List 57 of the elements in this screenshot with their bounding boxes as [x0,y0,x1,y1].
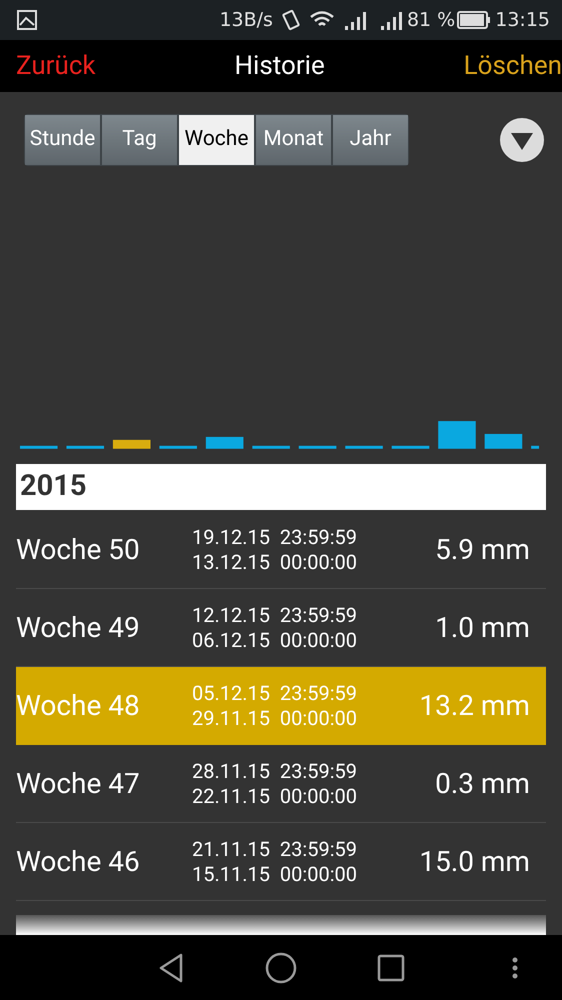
history-row[interactable]: Woche 46 21.11.15 23:59:59 15.11.15 00:00:00 15.0 mm [16,823,546,901]
end-time: 05.12.15 23:59:59 [192,680,358,706]
chart-bar [206,436,244,449]
battery-icon [457,11,492,29]
start-time: 22.11.15 00:00:00 [192,784,358,808]
period-tab[interactable]: Jahr [333,115,408,165]
history-row[interactable]: Woche 50 19.12.15 23:59:59 13.12.15 00:00:00 5.9 mm [16,511,546,589]
clock: 13:15 [495,8,550,33]
period-tab[interactable]: Monat [256,115,331,165]
vibrate-icon [280,9,301,31]
start-time: 29.11.15 00:00:00 [192,706,358,730]
delete-button[interactable]: Löschen [464,46,562,86]
back-icon[interactable] [157,952,185,984]
history-row[interactable]: Woche 47 28.11.15 23:59:59 22.11.15 00:00:00 0.3 mm [16,745,546,823]
chart-bar [159,446,197,449]
more-icon[interactable] [512,956,518,978]
chart-bar [112,440,150,449]
chart-bar [484,434,522,449]
chart-bar [20,446,58,449]
home-icon[interactable] [265,952,297,984]
period-tab[interactable]: Woche [179,115,254,165]
image-icon [16,9,38,31]
chart-bar [392,446,430,449]
start-time: 15.11.15 00:00:00 [192,862,358,886]
rainfall-amount: 1.0 mm [435,610,531,646]
chart-bar [438,421,476,449]
network-speed: 13B/s [219,8,273,33]
week-label: Woche 47 [16,766,141,802]
chart-bar [252,446,290,449]
signal-icon [342,10,367,30]
rainfall-amount: 0.3 mm [435,766,531,802]
chart-bar [531,446,540,449]
battery-percent: 81 % [406,8,456,33]
end-time: 19.12.15 23:59:59 [192,524,358,550]
rainfall-amount: 15.0 mm [419,844,531,880]
end-time: 28.11.15 23:59:59 [192,758,358,784]
back-button[interactable]: Zurück [16,46,96,86]
screen-title: Historie [234,50,325,82]
chart-bar [345,446,383,449]
period-tab[interactable]: Stunde [25,115,100,165]
recents-icon[interactable] [377,954,405,982]
chart-bar [298,446,336,449]
year-header: 2015 [20,468,87,506]
dropdown-icon[interactable] [500,118,544,162]
week-label: Woche 48 [16,688,141,724]
week-label: Woche 46 [16,844,141,880]
start-time: 06.12.15 00:00:00 [192,628,358,652]
signal-icon [378,10,403,30]
rainfall-amount: 5.9 mm [435,532,531,568]
start-time: 13.12.15 00:00:00 [192,550,358,574]
period-tab[interactable]: Tag [102,115,177,165]
chart-bar [66,446,104,449]
end-time: 21.11.15 23:59:59 [192,836,358,862]
rainfall-amount: 13.2 mm [419,688,531,724]
end-time: 12.12.15 23:59:59 [192,602,358,628]
week-label: Woche 50 [16,532,141,568]
week-label: Woche 49 [16,610,141,646]
